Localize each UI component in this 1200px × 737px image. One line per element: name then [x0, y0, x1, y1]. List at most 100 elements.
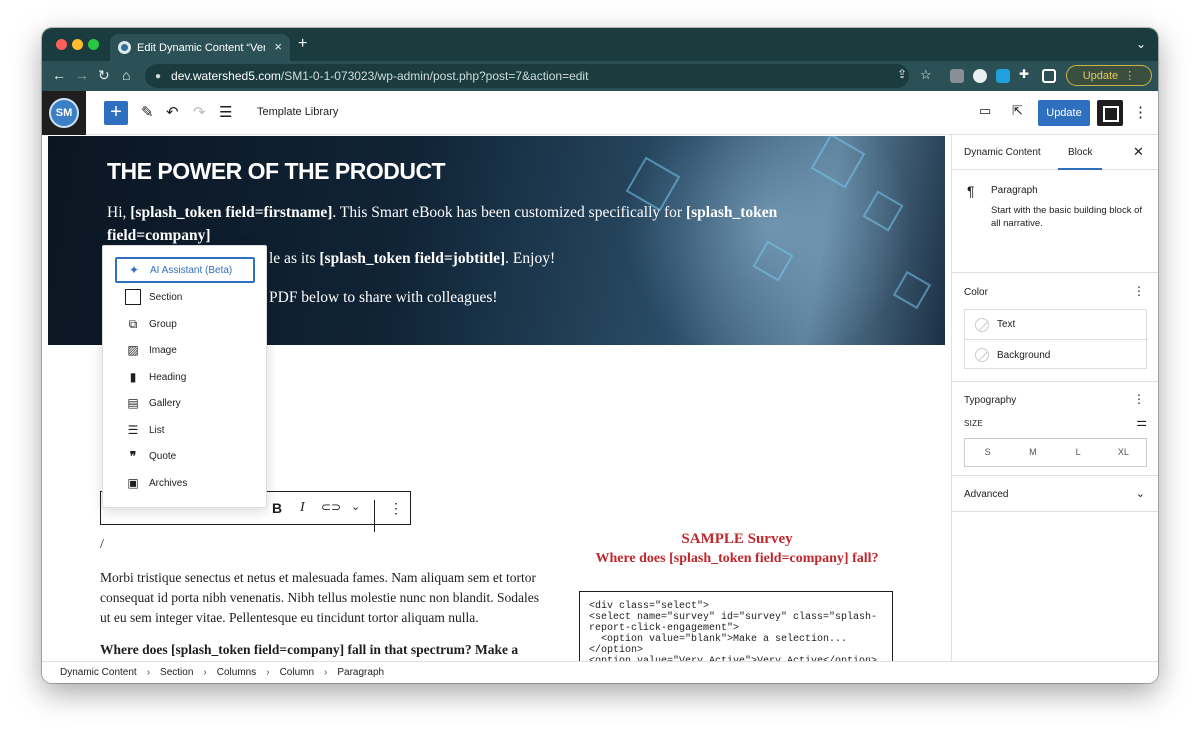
- hero-pdf-line: PDF below to share with colleagues!: [269, 289, 498, 306]
- browser-tab[interactable]: Edit Dynamic Content “Version… ×: [110, 34, 290, 61]
- inserter-item-label: Section: [149, 291, 183, 303]
- extension-circle-icon[interactable]: [973, 69, 987, 83]
- color-panel: Color ⋮ Text Background: [952, 273, 1158, 382]
- new-tab-icon[interactable]: +: [298, 35, 307, 53]
- inserter-item-label: Quote: [149, 450, 177, 462]
- puzzle-icon[interactable]: ✚: [1019, 67, 1033, 81]
- block-description: Start with the basic building block of a…: [991, 205, 1143, 229]
- breadcrumb-column[interactable]: Column: [280, 667, 314, 678]
- chevron-down-icon[interactable]: ⌄: [351, 500, 360, 513]
- close-tab-icon[interactable]: ×: [274, 39, 282, 54]
- inserter-item-heading[interactable]: ▮ Heading: [115, 364, 255, 390]
- maximize-window-button[interactable]: [88, 39, 99, 50]
- inserter-item-archives[interactable]: ▣ Archives: [115, 470, 255, 496]
- close-icon[interactable]: ✕: [1133, 144, 1144, 160]
- inserter-item-label: Archives: [149, 477, 188, 489]
- size-option-l[interactable]: L: [1056, 439, 1101, 466]
- url-path: /SM1-0-1-073023/wp-admin/post.php?post=7…: [280, 69, 589, 83]
- hero-title: THE POWER OF THE PRODUCT: [107, 158, 446, 184]
- url-input[interactable]: ● dev.watershed5.com/SM1-0-1-073023/wp-a…: [145, 64, 909, 88]
- hero-company-token: field=company]: [107, 227, 211, 244]
- inserter-item-list[interactable]: ☰ List: [115, 417, 255, 443]
- external-link-icon[interactable]: ⇱: [1012, 103, 1023, 119]
- redo-icon[interactable]: ↷: [193, 103, 206, 121]
- image-icon: ▨: [127, 343, 139, 357]
- archives-icon: ▣: [127, 476, 139, 490]
- chevron-down-icon[interactable]: ⌄: [1136, 37, 1146, 51]
- inserter-item-label: Gallery: [149, 397, 181, 409]
- breadcrumb-dynamic-content[interactable]: Dynamic Content: [60, 667, 137, 678]
- no-color-swatch-icon: [975, 317, 989, 332]
- paragraph-block[interactable]: Morbi tristique senectus et netus et mal…: [100, 568, 550, 628]
- address-bar-row: ← → ↻ ⌂ ● dev.watershed5.com/SM1-0-1-073…: [42, 61, 1158, 91]
- vimeo-icon[interactable]: [996, 69, 1010, 83]
- forward-icon[interactable]: →: [75, 67, 89, 83]
- browser-update-button[interactable]: Update ⋮: [1066, 65, 1152, 86]
- color-options-icon[interactable]: ⋮: [1133, 284, 1145, 298]
- inserter-item-group[interactable]: ⧉ Group: [115, 311, 255, 337]
- pencil-icon[interactable]: ✎: [141, 103, 154, 121]
- link-icon[interactable]: ⊂⊃: [321, 500, 341, 514]
- color-heading: Color: [964, 287, 988, 298]
- extension-icon[interactable]: [950, 69, 964, 83]
- star-icon[interactable]: ☆: [920, 67, 932, 83]
- paragraph-bold-block[interactable]: Where does [splash_token field=company] …: [100, 640, 550, 661]
- list-view-icon[interactable]: ☰: [219, 103, 232, 121]
- back-icon[interactable]: ←: [52, 67, 66, 83]
- tab-block[interactable]: Block: [1057, 147, 1104, 170]
- editor-toolbar: SM + ✎ ↶ ↷ ☰ Template Library ▭ ⇱ Update…: [42, 91, 1158, 135]
- minimize-window-button[interactable]: [72, 39, 83, 50]
- size-option-m[interactable]: M: [1010, 439, 1055, 466]
- home-icon[interactable]: ⌂: [122, 67, 130, 83]
- chevron-down-icon[interactable]: ⌄: [1136, 487, 1145, 500]
- share-icon[interactable]: ⇪: [897, 67, 907, 81]
- options-menu-icon[interactable]: ⋮: [1133, 103, 1148, 121]
- list-icon: ☰: [127, 423, 139, 437]
- sidepanel-icon[interactable]: [1042, 69, 1056, 83]
- gallery-icon: ▤: [127, 396, 139, 410]
- bold-button[interactable]: B: [272, 500, 282, 516]
- color-background-option[interactable]: Background: [965, 340, 1148, 370]
- add-block-button[interactable]: +: [104, 101, 128, 125]
- breadcrumb-paragraph[interactable]: Paragraph: [337, 667, 384, 678]
- template-library-button[interactable]: Template Library: [257, 106, 338, 118]
- breadcrumb-columns[interactable]: Columns: [217, 667, 256, 678]
- settings-sidebar: Dynamic Content Block ✕ ¶ Paragraph Star…: [951, 135, 1158, 661]
- inserter-item-ai-assistant[interactable]: ✦ AI Assistant (Beta): [115, 257, 255, 283]
- quote-icon: ❞: [129, 449, 137, 463]
- paragraph-icon: ¶: [967, 183, 975, 199]
- inserter-item-quote[interactable]: ❞ Quote: [115, 443, 255, 469]
- paragraph-caret[interactable]: /: [100, 535, 550, 555]
- color-text-option[interactable]: Text: [965, 310, 1148, 340]
- hero-jobtitle-line: le as its [splash_token field=jobtitle].…: [269, 250, 556, 267]
- italic-button[interactable]: I: [300, 500, 305, 516]
- typography-heading: Typography: [964, 395, 1017, 406]
- inserter-item-section[interactable]: Section: [115, 284, 255, 310]
- typography-options-icon[interactable]: ⋮: [1133, 392, 1145, 406]
- inserter-item-label: List: [149, 424, 165, 436]
- tab-dynamic-content[interactable]: Dynamic Content: [964, 147, 1041, 158]
- undo-icon[interactable]: ↶: [166, 103, 179, 121]
- html-code-block[interactable]: <div class="select"> <select name="surve…: [579, 591, 893, 661]
- survey-question: Where does [splash_token field=company] …: [595, 551, 879, 566]
- browser-update-label: Update: [1082, 69, 1119, 82]
- hero-greeting: Hi, [splash_token field=firstname]. This…: [107, 204, 778, 221]
- preview-icon[interactable]: ▭: [979, 103, 991, 119]
- update-button[interactable]: Update: [1038, 100, 1090, 126]
- no-color-swatch-icon: [975, 348, 989, 362]
- reload-icon[interactable]: ↻: [98, 67, 110, 84]
- breadcrumb-arrow-icon: ›: [146, 667, 151, 678]
- breadcrumb-section[interactable]: Section: [160, 667, 193, 678]
- inserter-item-label: Group: [149, 318, 177, 330]
- close-window-button[interactable]: [56, 39, 67, 50]
- site-logo[interactable]: SM: [42, 91, 86, 135]
- more-options-icon[interactable]: ⋮: [389, 500, 403, 517]
- section-icon: [125, 289, 141, 305]
- inserter-item-image[interactable]: ▨ Image: [115, 337, 255, 363]
- sliders-icon[interactable]: ⚌: [1136, 415, 1147, 429]
- inserter-item-gallery[interactable]: ▤ Gallery: [115, 390, 255, 416]
- settings-sidebar-toggle[interactable]: [1097, 100, 1123, 126]
- size-option-s[interactable]: S: [965, 439, 1010, 466]
- advanced-panel[interactable]: Advanced ⌄: [952, 476, 1158, 512]
- size-option-xl[interactable]: XL: [1101, 439, 1146, 466]
